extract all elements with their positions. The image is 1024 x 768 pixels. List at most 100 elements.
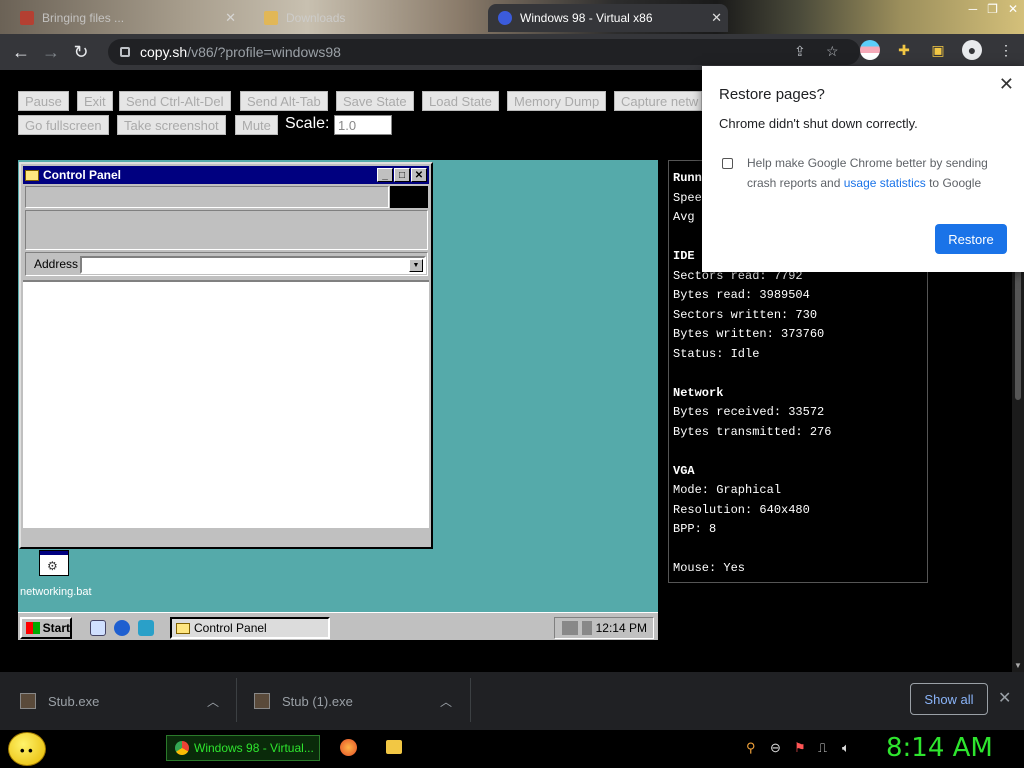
tab-windows98[interactable]: Windows 98 - Virtual x86 ✕ — [488, 4, 728, 32]
send-ctrl-alt-del-button[interactable]: Send Ctrl-Alt-Del — [119, 91, 231, 111]
checkbox-label: Help make Google Chrome better by sendin… — [747, 156, 988, 190]
standard-buttons-bar[interactable] — [25, 210, 428, 250]
show-desktop-icon[interactable] — [90, 620, 106, 636]
stats-line: Mouse: Yes — [673, 561, 746, 575]
crash-report-checkbox[interactable] — [722, 158, 733, 169]
tab-label: Downloads — [286, 11, 346, 25]
load-state-button[interactable]: Load State — [422, 91, 499, 111]
extensions-puzzle-icon[interactable]: ✚ — [894, 40, 914, 60]
win98-maximize-button[interactable]: □ — [394, 168, 410, 182]
close-shelf-icon[interactable]: ✕ — [998, 688, 1011, 708]
control-panel-content[interactable] — [23, 280, 429, 528]
bookmark-star-icon[interactable]: ☆ — [826, 43, 839, 60]
maximize-icon[interactable]: ❐ — [987, 2, 998, 16]
address-dropdown-icon[interactable]: ▼ — [409, 259, 423, 272]
folder-icon — [176, 622, 190, 634]
control-panel-titlebar[interactable]: Control Panel _ □ ✕ — [23, 166, 429, 184]
file-icon — [20, 693, 36, 709]
start-label: Start — [42, 621, 70, 635]
download-filename: Stub (1).exe — [282, 693, 353, 709]
win98-close-button[interactable]: ✕ — [411, 168, 427, 182]
address-input[interactable]: ▼ — [80, 256, 426, 274]
restore-button[interactable]: Restore — [935, 224, 1007, 254]
save-state-button[interactable]: Save State — [336, 91, 414, 111]
folder-icon — [25, 169, 39, 181]
menu-kebab-icon[interactable]: ⋮ — [996, 40, 1016, 60]
stats-line: Resolution: 640x480 — [673, 502, 810, 517]
tab-close-icon[interactable]: ✕ — [705, 10, 728, 26]
speaker-icon[interactable]: 🔈︎ — [842, 740, 858, 756]
toolbar-right: ✚ ▣ ● ⋮ — [860, 40, 1016, 60]
tab-favicon-icon — [20, 11, 34, 25]
memory-dump-button[interactable]: Memory Dump — [507, 91, 607, 111]
browser-toolbar: ← → ↻ copy.sh /v86/?profile=windows98 ⇪ … — [0, 34, 1024, 70]
close-icon[interactable]: ✕ — [999, 74, 1014, 95]
search-icon[interactable]: ⚲ — [746, 740, 762, 756]
gear-icon: ⚙ — [47, 559, 58, 573]
tab-downloads[interactable]: Downloads — [258, 4, 480, 32]
menu-bar[interactable] — [25, 186, 389, 208]
stats-line: Bytes written: 373760 — [673, 327, 825, 341]
reading-list-icon[interactable]: ▣ — [928, 40, 948, 60]
stats-line: Bytes transmitted: 276 — [673, 424, 832, 439]
pause-button[interactable]: Pause — [18, 91, 69, 111]
networking-bat-icon[interactable]: ⚙ — [39, 550, 69, 576]
show-all-button[interactable]: Show all — [910, 683, 988, 715]
file-manager-icon[interactable] — [386, 740, 402, 754]
chevron-up-icon[interactable]: ︿ — [207, 693, 219, 710]
lock-icon[interactable] — [120, 47, 130, 57]
minimize-icon[interactable]: ─ — [969, 2, 978, 16]
take-screenshot-button[interactable]: Take screenshot — [117, 115, 226, 135]
go-fullscreen-button[interactable]: Go fullscreen — [18, 115, 109, 135]
extension-flag-icon[interactable] — [860, 40, 880, 60]
internet-explorer-icon[interactable] — [114, 620, 130, 636]
forward-icon[interactable]: → — [36, 37, 66, 67]
scroll-down-icon[interactable]: ▼ — [1014, 661, 1022, 670]
download-shelf: Stub.exe ︿ Stub (1).exe ︿ — [0, 672, 1024, 730]
stats-line: BPP: 8 — [673, 522, 717, 536]
os-task-chrome[interactable]: Windows 98 - Virtual... — [166, 735, 320, 761]
start-button[interactable]: Start — [20, 617, 72, 639]
action-center-icon[interactable]: ⚑ — [794, 740, 810, 756]
mute-button[interactable]: Mute — [235, 115, 278, 135]
reload-icon[interactable]: ↻ — [66, 37, 96, 67]
tab-bringing-files[interactable]: Bringing files ... ✕ — [14, 4, 242, 32]
share-icon[interactable]: ⇪ — [794, 43, 806, 60]
close-icon[interactable]: ✕ — [1008, 2, 1018, 16]
download-item[interactable]: Stub (1).exe ︿ — [254, 672, 464, 730]
profile-avatar-icon[interactable]: ● — [962, 40, 982, 60]
stats-line: Mode: Graphical — [673, 483, 782, 497]
capture-network-button[interactable]: Capture netw — [614, 91, 702, 111]
control-panel-window[interactable]: Control Panel _ □ ✕ Address ▼ — [19, 162, 433, 549]
win98-screen[interactable]: Control Panel _ □ ✕ Address ▼ ⚙ networki… — [18, 160, 658, 640]
scheduler-icon[interactable] — [561, 621, 578, 635]
scale-input[interactable]: 1.0 — [334, 115, 392, 135]
url-domain: copy.sh — [140, 44, 188, 60]
status-icon[interactable]: ⊖ — [770, 740, 786, 756]
desktop-icon-label[interactable]: networking.bat — [20, 586, 92, 598]
channels-icon[interactable] — [138, 620, 154, 636]
chevron-up-icon[interactable]: ︿ — [440, 693, 452, 710]
exit-button[interactable]: Exit — [77, 91, 113, 111]
back-icon[interactable]: ← — [6, 37, 36, 67]
volume-icon[interactable] — [581, 621, 592, 635]
windows-logo-throbber — [390, 186, 428, 208]
send-alt-tab-button[interactable]: Send Alt-Tab — [240, 91, 328, 111]
file-icon — [254, 693, 270, 709]
download-item[interactable]: Stub.exe ︿ — [20, 672, 230, 730]
network-icon[interactable]: ⎍ — [818, 740, 834, 756]
download-filename: Stub.exe — [48, 693, 100, 709]
stats-line: Sectors written: 730 — [673, 307, 818, 322]
firefox-icon[interactable] — [340, 739, 357, 756]
chrome-icon — [175, 741, 189, 755]
restore-pages-dialog: ✕ Restore pages? Chrome didn't shut down… — [702, 66, 1024, 272]
usage-statistics-link[interactable]: usage statistics — [844, 176, 926, 190]
address-bar[interactable]: copy.sh /v86/?profile=windows98 ⇪ ☆ — [108, 39, 860, 65]
start-menu-smiley-icon[interactable]: • • — [8, 732, 46, 766]
taskbar-control-panel[interactable]: Control Panel — [170, 617, 330, 639]
address-toolbar: Address ▼ — [25, 252, 428, 276]
tab-close-icon[interactable]: ✕ — [219, 10, 242, 26]
task-label: Control Panel — [194, 621, 267, 635]
stats-heading: VGA — [673, 463, 695, 478]
win98-minimize-button[interactable]: _ — [377, 168, 393, 182]
